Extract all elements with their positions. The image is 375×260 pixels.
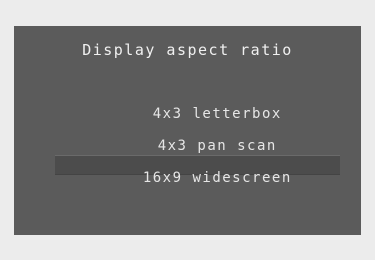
option-label: 4x3 pan scan (157, 138, 277, 154)
option-label: 16x9 widescreen (142, 170, 292, 186)
option-16x9-widescreen[interactable]: 16x9 widescreen (14, 154, 361, 202)
osd-menu-panel: Display aspect ratio 4x3 letterbox 4x3 p… (14, 26, 361, 235)
menu-title: Display aspect ratio (82, 41, 293, 59)
tv-screen: Display aspect ratio 4x3 letterbox 4x3 p… (0, 0, 375, 260)
option-label: 4x3 letterbox (152, 106, 282, 122)
